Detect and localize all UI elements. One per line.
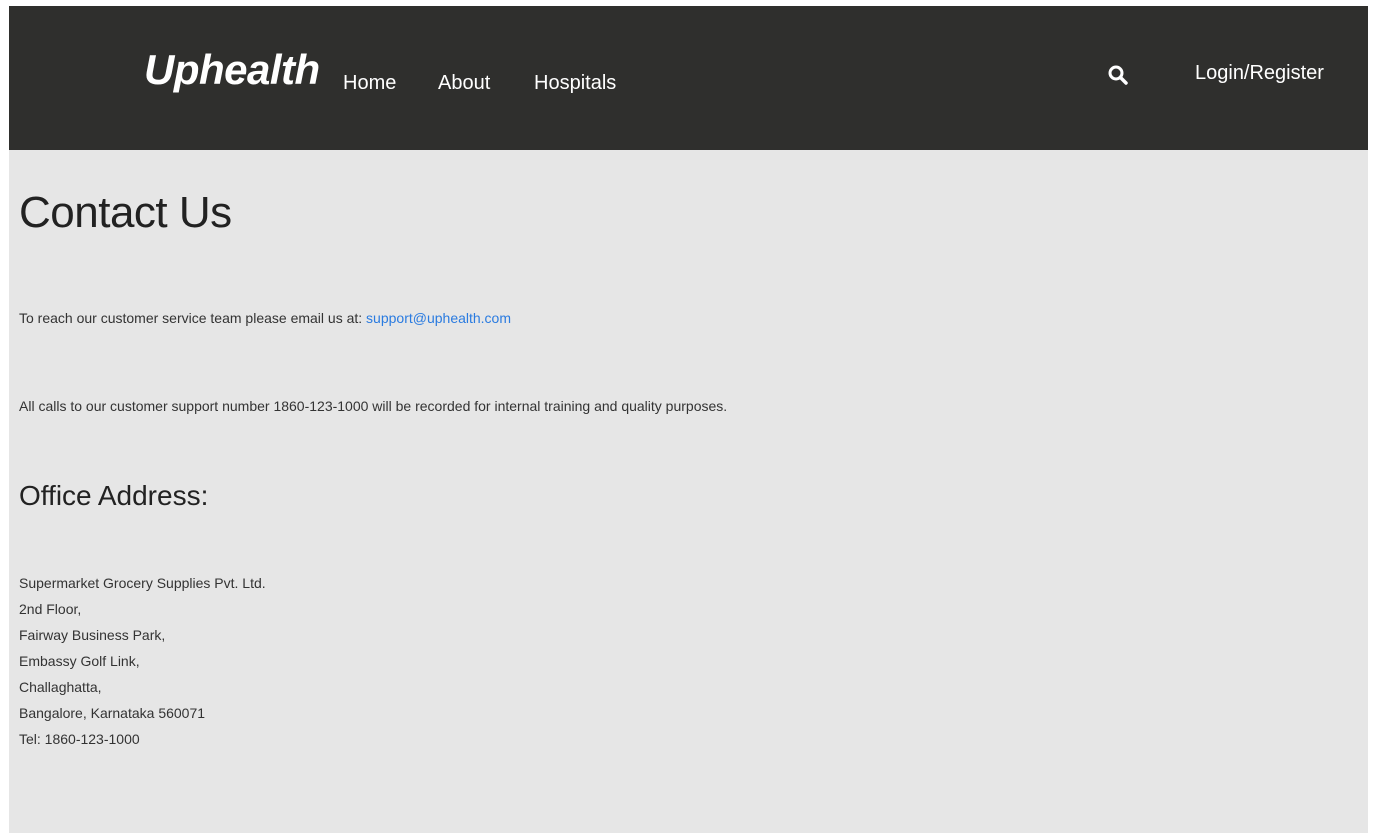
- email-paragraph: To reach our customer service team pleas…: [19, 310, 511, 326]
- address-line: Bangalore, Karnataka 560071: [19, 705, 206, 721]
- address-line: Challaghatta,: [19, 679, 102, 695]
- address-line: Embassy Golf Link,: [19, 653, 140, 669]
- page-title: Contact Us: [19, 188, 232, 237]
- navbar: Uphealth Home About Hospitals Login/Regi…: [9, 6, 1368, 150]
- page: Uphealth Home About Hospitals Login/Regi…: [9, 6, 1368, 833]
- login-register-link[interactable]: Login/Register: [1195, 62, 1324, 85]
- brand-logo[interactable]: Uphealth: [144, 46, 320, 94]
- email-intro-text: To reach our customer service team pleas…: [19, 310, 367, 326]
- address-phone: Tel: 1860-123-1000: [19, 731, 140, 747]
- nav-link-home[interactable]: Home: [343, 72, 396, 95]
- address-line: 2nd Floor,: [19, 601, 82, 617]
- office-address: Supermarket Grocery Supplies Pvt. Ltd. 2…: [19, 570, 266, 752]
- office-address-title: Office Address:: [19, 480, 209, 511]
- nav-link-about[interactable]: About: [438, 72, 490, 95]
- support-email-link[interactable]: support@uphealth.com: [366, 310, 511, 326]
- search-icon[interactable]: [1107, 64, 1129, 86]
- address-line: Fairway Business Park,: [19, 627, 166, 643]
- calls-paragraph: All calls to our customer support number…: [19, 398, 728, 414]
- address-line: Supermarket Grocery Supplies Pvt. Ltd.: [19, 575, 266, 591]
- nav-link-hospitals[interactable]: Hospitals: [534, 72, 616, 95]
